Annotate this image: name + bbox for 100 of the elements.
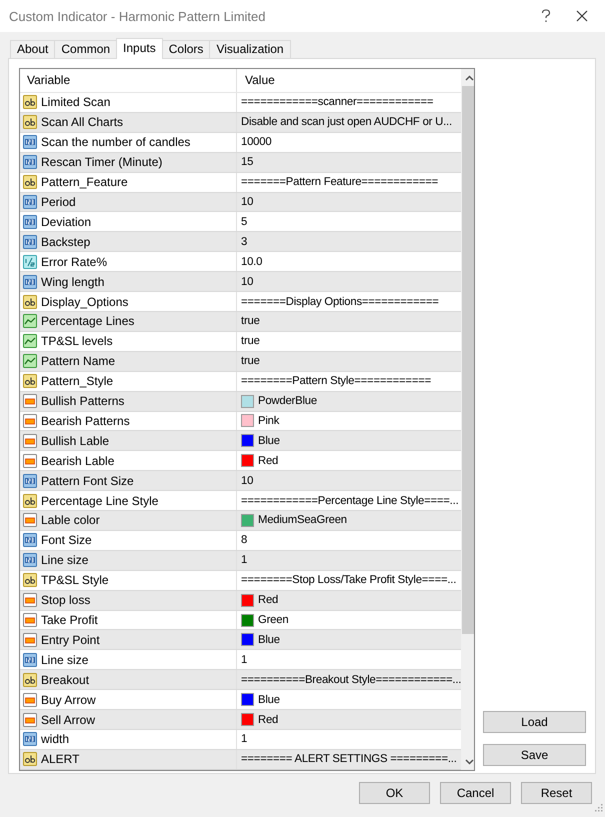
- integer-type-icon: [23, 474, 37, 488]
- variable-name: Pattern_Feature: [41, 175, 128, 190]
- variable-name: Line size: [41, 652, 88, 667]
- parameter-value[interactable]: Pink: [258, 414, 280, 427]
- column-header[interactable]: Variable: [20, 69, 237, 92]
- variable-name: Sell Arrow: [41, 712, 96, 727]
- variable-name: Line size: [41, 553, 88, 568]
- parameter-value[interactable]: Blue: [258, 694, 280, 706]
- color-type-icon: [23, 613, 37, 628]
- color-type-icon: [23, 513, 37, 528]
- integer-type-icon: [23, 234, 37, 249]
- variable-name: Wing length: [41, 274, 104, 289]
- resize-grip-icon[interactable]: [595, 804, 603, 812]
- color-type-icon: [23, 394, 37, 408]
- text-type-icon: [23, 374, 37, 388]
- help-button[interactable]: [539, 8, 553, 24]
- integer-type-icon: [23, 652, 37, 667]
- variable-name: Bearish Patterns: [41, 414, 130, 428]
- variable-name: Breakout: [41, 672, 90, 687]
- parameter-value[interactable]: MediumSeaGreen: [258, 514, 347, 526]
- variable-name: Scan the number of candles: [41, 135, 190, 150]
- tab[interactable]: Visualization: [209, 40, 291, 58]
- color-type-icon: [23, 692, 37, 707]
- variable-name: Period: [41, 194, 76, 209]
- text-type-icon: [23, 573, 37, 588]
- parameter-value[interactable]: Green: [258, 614, 288, 626]
- parameter-value[interactable]: ============scanner============: [241, 96, 434, 108]
- parameter-value[interactable]: 8: [241, 534, 248, 546]
- variable-name: Bullish Patterns: [41, 394, 124, 408]
- parameter-value[interactable]: 10: [241, 474, 254, 487]
- tab[interactable]: Inputs: [116, 38, 163, 59]
- integer-type-icon: [23, 533, 37, 548]
- dialog-button[interactable]: Reset: [521, 782, 592, 804]
- integer-type-icon: [23, 274, 37, 289]
- variable-name: Pattern Name: [41, 354, 116, 368]
- variable-name: ALERT: [41, 752, 80, 766]
- scrollbar[interactable]: [461, 69, 474, 770]
- variable-name: Scan All Charts: [41, 115, 124, 130]
- parameter-value[interactable]: 10: [241, 276, 254, 288]
- parameter-value[interactable]: true: [241, 315, 260, 328]
- variable-name: Pattern_Style: [41, 374, 114, 388]
- parameter-value[interactable]: ==========Breakout Style============...: [241, 674, 462, 686]
- parameter-value[interactable]: ======== ALERT SETTINGS =========...: [241, 753, 457, 766]
- integer-type-icon: [23, 194, 37, 209]
- variable-name: TP&SL Style: [41, 573, 109, 588]
- integer-type-icon: [23, 155, 37, 170]
- close-button[interactable]: [575, 8, 589, 24]
- parameter-value[interactable]: Red: [258, 714, 278, 726]
- color-type-icon: [23, 454, 37, 468]
- text-type-icon: [23, 494, 37, 508]
- parameter-value[interactable]: true: [241, 355, 260, 368]
- variable-name: Buy Arrow: [41, 692, 96, 707]
- dialog-button[interactable]: Load: [483, 711, 586, 733]
- variable-name: Percentage Lines: [41, 314, 134, 328]
- parameter-value[interactable]: ========Pattern Style============: [241, 375, 432, 388]
- parameter-value[interactable]: PowderBlue: [258, 395, 317, 408]
- parameter-value[interactable]: 10: [241, 196, 254, 208]
- color-type-icon: [23, 434, 37, 448]
- parameter-value[interactable]: =======Pattern Feature============: [241, 176, 438, 188]
- dialog-button[interactable]: OK: [359, 782, 430, 804]
- parameter-value[interactable]: 15: [241, 156, 254, 168]
- parameter-value[interactable]: Red: [258, 594, 278, 606]
- parameter-value[interactable]: 1: [241, 554, 248, 566]
- variable-name: width: [41, 732, 70, 746]
- scroll-thumb[interactable]: [462, 86, 474, 634]
- parameter-value[interactable]: Disable and scan just open AUDCHF or U...: [241, 116, 452, 128]
- parameter-value[interactable]: ========Stop Loss/Take Profit Style====...: [241, 574, 456, 586]
- variable-name: Take Profit: [41, 613, 98, 628]
- parameter-value[interactable]: 5: [241, 216, 248, 228]
- variable-name: Backstep: [41, 234, 90, 249]
- parameter-value[interactable]: Red: [258, 454, 278, 467]
- color-type-icon: [23, 712, 37, 727]
- parameter-value[interactable]: Blue: [258, 634, 280, 646]
- parameter-value[interactable]: 3: [241, 236, 248, 248]
- parameter-value[interactable]: 1: [241, 654, 248, 666]
- decimal-type-icon: [23, 254, 37, 269]
- parameter-value[interactable]: 10.0: [241, 256, 262, 268]
- parameter-value[interactable]: =======Display Options============: [241, 296, 439, 308]
- text-type-icon: [23, 294, 37, 309]
- variable-name: Rescan Timer (Minute): [41, 155, 162, 170]
- dialog-button[interactable]: Cancel: [440, 782, 511, 804]
- parameter-value[interactable]: 10000: [241, 136, 272, 148]
- integer-type-icon: [23, 553, 37, 568]
- variable-name: Limited Scan: [41, 95, 110, 110]
- window-title: Custom Indicator - Harmonic Pattern Limited: [9, 8, 266, 24]
- variable-name: Pattern Font Size: [41, 474, 134, 488]
- variable-name: Bullish Lable: [41, 434, 110, 448]
- column-header[interactable]: Value: [237, 69, 462, 92]
- integer-type-icon: [23, 214, 37, 229]
- parameter-value[interactable]: ============Percentage Line Style====...: [241, 494, 459, 507]
- parameter-value[interactable]: 1: [241, 733, 248, 746]
- variable-name: Stop loss: [41, 593, 90, 608]
- variable-name: Font Size: [41, 533, 92, 548]
- parameter-value[interactable]: true: [241, 335, 260, 348]
- variable-name: Bearish Lable: [41, 454, 114, 468]
- parameter-value[interactable]: Blue: [258, 434, 280, 447]
- variable-name: Lable color: [41, 513, 100, 528]
- tab[interactable]: About: [10, 40, 56, 58]
- text-type-icon: [23, 115, 37, 130]
- dialog-button[interactable]: Save: [483, 744, 586, 766]
